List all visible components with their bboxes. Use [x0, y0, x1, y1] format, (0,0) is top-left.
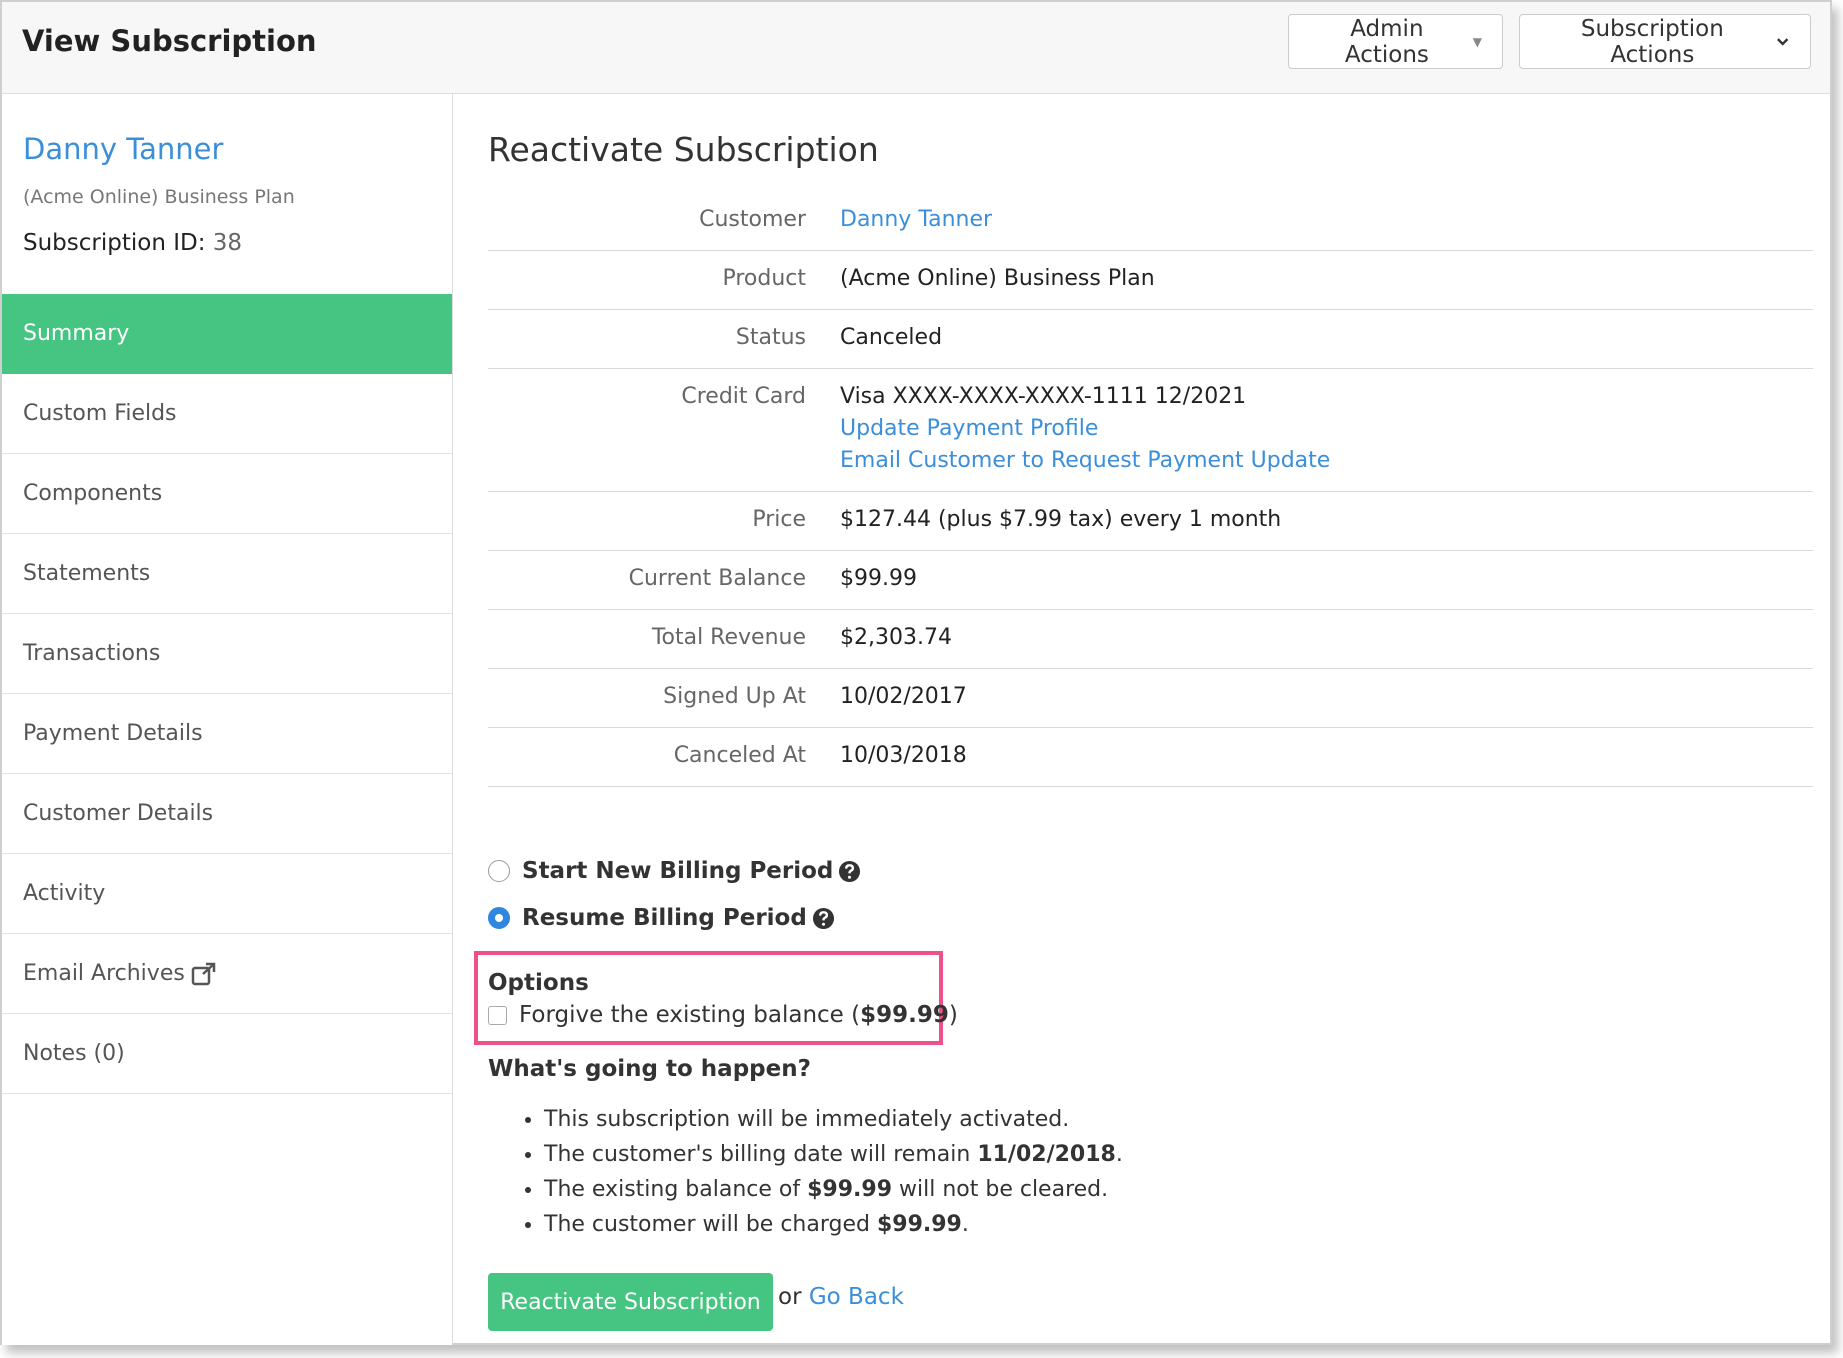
detail-row-total-revenue: Total Revenue $2,303.74 [488, 610, 1813, 669]
sidebar-item-label: Activity [23, 881, 106, 906]
what-happens-title: What's going to happen? [488, 1056, 811, 1082]
sidebar-item-notes[interactable]: Notes (0) [2, 1014, 452, 1094]
detail-label: Customer [699, 207, 806, 232]
sidebar-item-custom-fields[interactable]: Custom Fields [2, 374, 452, 454]
forgive-balance-checkbox[interactable] [488, 1005, 507, 1025]
resume-billing-radio[interactable] [488, 907, 510, 929]
detail-row-status: Status Canceled [488, 310, 1813, 369]
sidebar-item-activity[interactable]: Activity [2, 854, 452, 934]
list-item: The customer's billing date will remain … [544, 1137, 1123, 1172]
what-happens-list: This subscription will be immediately ac… [544, 1102, 1123, 1242]
forgive-balance-option[interactable]: Forgive the existing balance ($99.99) [488, 1002, 958, 1028]
detail-label: Status [735, 325, 806, 350]
resume-billing-period-option[interactable]: Resume Billing Period [488, 905, 835, 931]
help-icon[interactable] [838, 860, 861, 883]
sidebar-item-label: Components [23, 481, 163, 506]
email-payment-update-link[interactable]: Email Customer to Request Payment Update [840, 445, 1330, 477]
or-text: or [778, 1284, 802, 1310]
sidebar-item-email-archives[interactable]: Email Archives [2, 934, 452, 1014]
options-highlight-box [474, 951, 943, 1045]
subscription-id-label: Subscription ID: [23, 230, 206, 256]
page-title: View Subscription [22, 24, 317, 58]
detail-row-signed-up-at: Signed Up At 10/02/2017 [488, 669, 1813, 728]
list-item: The existing balance of $99.99 will not … [544, 1172, 1123, 1207]
sidebar-nav: Summary Custom Fields Components Stateme… [2, 294, 452, 1094]
start-new-billing-period-option[interactable]: Start New Billing Period [488, 858, 861, 884]
sidebar-item-label: Custom Fields [23, 401, 177, 426]
detail-value: 10/03/2018 [840, 743, 967, 768]
subscription-actions-button[interactable]: Subscription Actions [1519, 14, 1811, 69]
external-link-icon [191, 962, 216, 985]
detail-value: 10/02/2017 [840, 684, 967, 709]
sidebar-item-transactions[interactable]: Transactions [2, 614, 452, 694]
go-back-line: or Go Back [778, 1284, 904, 1310]
detail-row-price: Price $127.44 (plus $7.99 tax) every 1 m… [488, 492, 1813, 551]
app-window: View Subscription Admin Actions ▼ Subscr… [0, 0, 1832, 1345]
subscription-details: Customer Danny Tanner Product (Acme Onli… [488, 192, 1813, 787]
detail-value: (Acme Online) Business Plan [840, 266, 1155, 291]
sidebar-item-components[interactable]: Components [2, 454, 452, 534]
header-bar: View Subscription Admin Actions ▼ Subscr… [2, 2, 1830, 94]
section-title: Reactivate Subscription [488, 130, 879, 169]
sidebar-item-label: Payment Details [23, 721, 203, 746]
start-new-billing-label: Start New Billing Period [522, 858, 834, 884]
sidebar-item-label: Notes (0) [23, 1041, 125, 1066]
sidebar-item-label: Summary [23, 321, 130, 346]
reactivate-subscription-button[interactable]: Reactivate Subscription [488, 1273, 773, 1331]
sidebar-item-label: Transactions [23, 641, 161, 666]
credit-card-value: Visa XXXX-XXXX-XXXX-1111 12/2021 [840, 384, 1247, 409]
detail-row-credit-card: Credit Card Visa XXXX-XXXX-XXXX-1111 12/… [488, 369, 1813, 492]
list-item: The customer will be charged $99.99. [544, 1207, 1123, 1242]
customer-link[interactable]: Danny Tanner [840, 204, 992, 236]
detail-value: Canceled [840, 325, 943, 350]
detail-label: Price [752, 507, 806, 532]
subscription-id: Subscription ID: 38 [23, 230, 242, 256]
detail-row-product: Product (Acme Online) Business Plan [488, 251, 1813, 310]
go-back-link[interactable]: Go Back [809, 1284, 904, 1310]
list-item: This subscription will be immediately ac… [544, 1102, 1123, 1137]
update-payment-profile-link[interactable]: Update Payment Profile [840, 413, 1330, 445]
detail-label: Canceled At [673, 743, 806, 768]
detail-label: Total Revenue [651, 625, 806, 650]
options-title: Options [488, 970, 589, 996]
detail-value: $127.44 (plus $7.99 tax) every 1 month [840, 507, 1282, 532]
customer-name-link[interactable]: Danny Tanner [23, 132, 223, 166]
detail-label: Product [722, 266, 806, 291]
subscription-id-value: 38 [212, 230, 243, 256]
sidebar-item-summary[interactable]: Summary [2, 294, 452, 374]
admin-actions-button[interactable]: Admin Actions ▼ [1288, 14, 1503, 69]
sidebar-item-customer-details[interactable]: Customer Details [2, 774, 452, 854]
plan-name: (Acme Online) Business Plan [23, 186, 295, 208]
detail-value: $99.99 [840, 566, 917, 591]
sidebar-item-label: Email Archives [23, 961, 185, 986]
chevron-down-icon [1776, 37, 1788, 46]
detail-label: Credit Card [681, 384, 806, 409]
subscription-actions-label: Subscription Actions [1580, 15, 1724, 68]
detail-label: Signed Up At [663, 684, 806, 709]
sidebar-item-statements[interactable]: Statements [2, 534, 452, 614]
detail-row-canceled-at: Canceled At 10/03/2018 [488, 728, 1813, 787]
detail-row-customer: Customer Danny Tanner [488, 192, 1813, 251]
sidebar: Danny Tanner (Acme Online) Business Plan… [2, 94, 453, 1345]
admin-actions-label: Admin Actions [1344, 15, 1429, 68]
detail-value: $2,303.74 [840, 625, 952, 650]
sidebar-item-payment-details[interactable]: Payment Details [2, 694, 452, 774]
forgive-balance-label: Forgive the existing balance ($99.99) [519, 1002, 958, 1028]
sidebar-item-label: Statements [23, 561, 151, 586]
detail-label: Current Balance [628, 566, 806, 591]
sidebar-item-label: Customer Details [23, 801, 214, 826]
resume-billing-label: Resume Billing Period [522, 905, 807, 931]
help-icon[interactable] [812, 907, 835, 930]
start-new-billing-radio[interactable] [488, 860, 510, 882]
caret-down-icon: ▼ [1472, 34, 1482, 49]
detail-row-current-balance: Current Balance $99.99 [488, 551, 1813, 610]
